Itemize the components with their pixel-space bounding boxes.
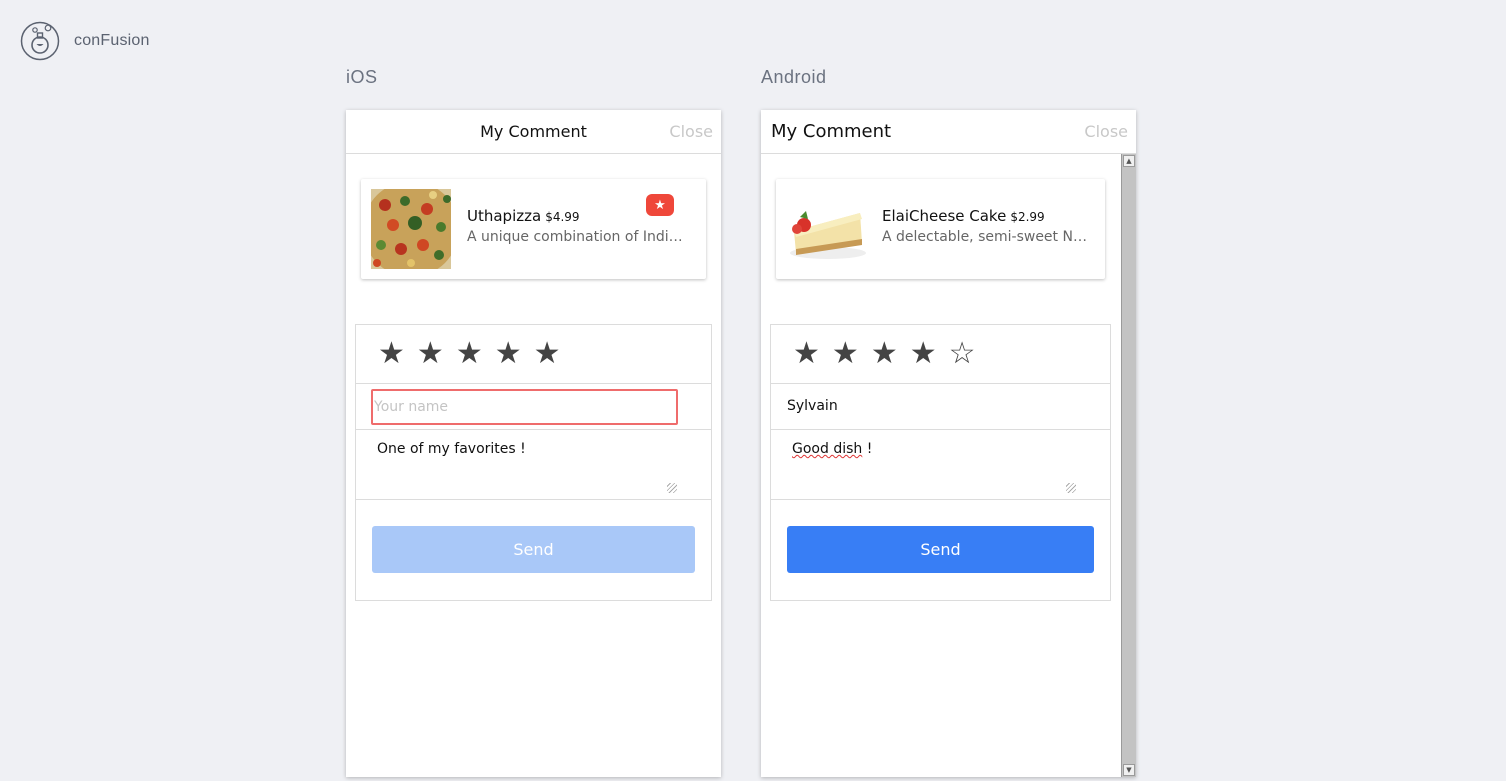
name-input[interactable] [371, 389, 678, 425]
rating-star-2[interactable]: ★ [832, 339, 859, 369]
dish-price: $4.99 [545, 210, 580, 224]
dish-description: A delectable, semi-sweet New York Style … [882, 229, 1088, 245]
rating-star-5[interactable]: ★ [534, 339, 561, 369]
scroll-up-arrow-icon[interactable]: ▲ [1123, 155, 1135, 167]
dish-name: Uthapizza [467, 207, 542, 225]
comment-text: Good dish ! [792, 441, 872, 457]
dish-card[interactable]: ElaiCheese Cake $2.99 A delectable, semi-… [776, 179, 1105, 279]
modal-content: ElaiCheese Cake $2.99 A delectable, semi-… [761, 154, 1121, 777]
rating-star-3[interactable]: ★ [456, 339, 483, 369]
platform-label-ios: iOS [346, 67, 378, 87]
spellcheck-word: Good dish [792, 441, 863, 457]
flask-logo-icon [20, 21, 60, 61]
brand-name: conFusion [74, 32, 150, 49]
name-input[interactable]: Sylvain [771, 384, 1110, 430]
dish-image [786, 189, 866, 269]
send-button[interactable]: Send [372, 526, 695, 573]
platform-label-android: Android [761, 67, 827, 87]
comment-text-rest: ! [862, 441, 873, 457]
rating-star-3[interactable]: ★ [871, 339, 898, 369]
android-device-preview: My Comment Close ElaiCheese Cake $2.99 A… [761, 110, 1136, 777]
star-icon: ★ [654, 197, 666, 213]
modal-content: Uthapizza $4.99 A unique combination of I… [346, 154, 721, 777]
vertical-scrollbar[interactable]: ▲ ▼ [1121, 154, 1136, 777]
rating-input: ★ ★ ★ ★ ☆ [771, 325, 1110, 384]
dish-title-row: ElaiCheese Cake $2.99 [882, 206, 1045, 225]
comment-textarea[interactable]: One of my favorites ! [356, 430, 711, 500]
dish-description: A unique combination of Indian Uthappam … [467, 229, 689, 245]
scroll-down-arrow-icon[interactable]: ▼ [1123, 764, 1135, 776]
ios-device-preview: My Comment Close Uthapizza $4.99 A uniqu… [346, 110, 721, 777]
rating-star-2[interactable]: ★ [417, 339, 444, 369]
name-row [356, 384, 711, 430]
button-row: Send [771, 500, 1110, 600]
modal-title: My Comment [771, 121, 892, 142]
rating-star-1[interactable]: ★ [793, 339, 820, 369]
dish-image [371, 189, 451, 269]
dish-price: $2.99 [1010, 210, 1045, 224]
rating-star-4[interactable]: ★ [495, 339, 522, 369]
dish-title-row: Uthapizza $4.99 [467, 206, 580, 225]
app-logo[interactable]: conFusion [20, 21, 150, 61]
resize-grip-icon[interactable] [667, 483, 677, 493]
button-row: Send [356, 500, 711, 600]
favorite-badge: ★ [646, 194, 674, 216]
modal-title: My Comment [480, 122, 587, 141]
dish-card[interactable]: Uthapizza $4.99 A unique combination of I… [361, 179, 706, 279]
comment-form: ★ ★ ★ ★ ★ One of my favorites ! Send [355, 324, 712, 601]
close-button[interactable]: Close [669, 122, 713, 141]
rating-star-4[interactable]: ★ [910, 339, 937, 369]
dish-name: ElaiCheese Cake [882, 207, 1007, 225]
rating-star-1[interactable]: ★ [378, 339, 405, 369]
name-value: Sylvain [787, 398, 838, 414]
rating-input: ★ ★ ★ ★ ★ [356, 325, 711, 384]
comment-text: One of my favorites ! [377, 441, 526, 457]
send-button[interactable]: Send [787, 526, 1094, 573]
close-button[interactable]: Close [1084, 122, 1128, 141]
resize-grip-icon[interactable] [1066, 483, 1076, 493]
modal-header: My Comment Close [761, 110, 1136, 154]
comment-form: ★ ★ ★ ★ ☆ Sylvain Good dish ! Send [770, 324, 1111, 601]
rating-star-5[interactable]: ☆ [949, 339, 976, 369]
comment-textarea[interactable]: Good dish ! [771, 430, 1110, 500]
modal-header: My Comment Close [346, 110, 721, 154]
